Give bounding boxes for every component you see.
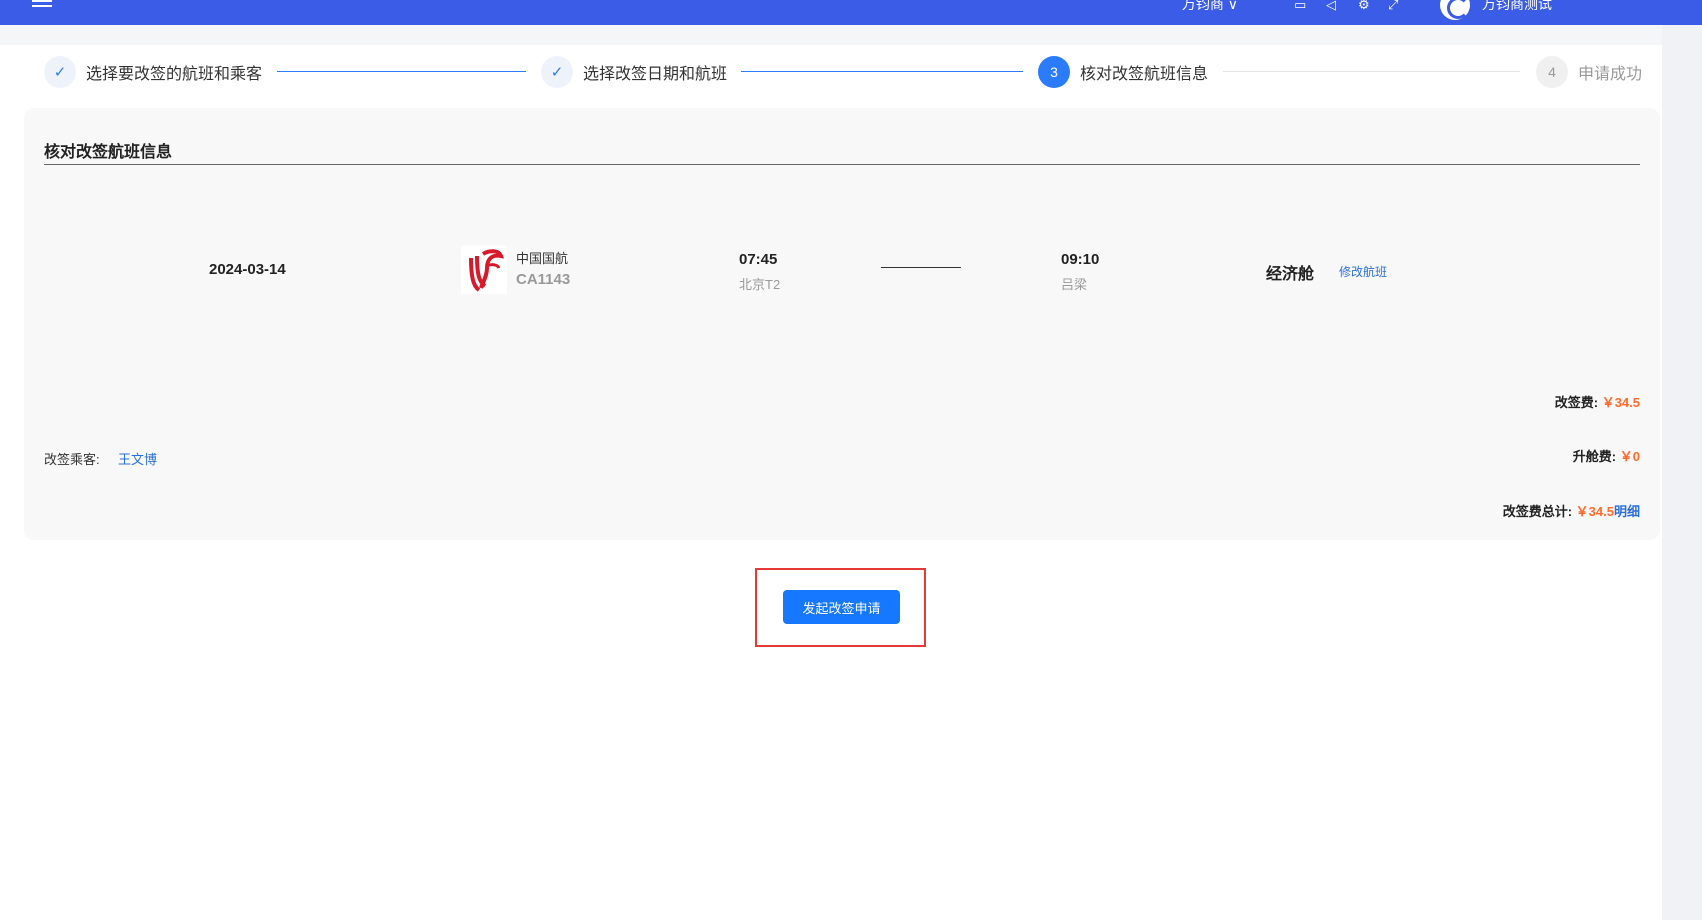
departure-time: 07:45 — [739, 251, 778, 268]
passenger-label: 改签乘客: — [44, 452, 100, 467]
check-icon: ✓ — [44, 56, 76, 88]
change-fee-amount: ￥34.5 — [1601, 395, 1640, 410]
change-info-panel: 核对改签航班信息 2024-03-14 中国国航 CA1143 07:45 北京… — [24, 108, 1660, 540]
step-connector — [277, 71, 526, 72]
scrollbar-track[interactable] — [1662, 25, 1702, 920]
avatar[interactable] — [1440, 0, 1470, 20]
change-fee-row: 改签费: ￥34.5 — [1555, 392, 1640, 411]
step-connector — [741, 71, 1023, 72]
step-select-flight-passenger: ✓ 选择要改签的航班和乘客 — [44, 52, 262, 92]
step-label: 申请成功 — [1578, 66, 1643, 83]
route-line — [881, 267, 961, 268]
panel-title: 核对改签航班信息 — [44, 144, 173, 161]
step-confirm-info: 3 核对改签航班信息 — [1038, 52, 1208, 92]
flight-number: CA1143 — [516, 271, 571, 288]
total-fee-amount: ￥34.5 — [1575, 504, 1614, 519]
step-connector — [1223, 71, 1520, 72]
step-number: 3 — [1038, 56, 1070, 88]
header-spacer — [0, 25, 1662, 45]
change-fee-label: 改签费: — [1554, 395, 1599, 410]
flight-date: 2024-03-14 — [209, 261, 286, 278]
airline-name: 中国国航 — [516, 251, 569, 266]
step-success: 4 申请成功 — [1536, 52, 1642, 92]
step-label: 核对改签航班信息 — [1080, 66, 1209, 83]
arrival-time: 09:10 — [1061, 251, 1100, 268]
monitor-icon[interactable]: ▭ — [1294, 0, 1310, 11]
step-label: 选择要改签的航班和乘客 — [86, 66, 263, 83]
check-icon: ✓ — [541, 56, 573, 88]
fee-detail-link[interactable]: 明细 — [1614, 504, 1640, 519]
username[interactable]: 万钧商测试 — [1482, 0, 1552, 14]
gear-icon[interactable]: ⚙ — [1358, 0, 1374, 11]
menu-toggle-icon[interactable] — [32, 0, 52, 10]
air-china-logo-icon — [461, 246, 507, 294]
submit-change-request-button[interactable]: 发起改签申请 — [783, 590, 900, 624]
departure-airport: 北京T2 — [739, 277, 781, 292]
upgrade-fee-amount: ￥0 — [1619, 449, 1640, 464]
top-nav-bar: 万钧商 ∨ ▭ ◁ ⚙ ⤢ 万钧商测试 — [0, 0, 1702, 25]
modify-flight-link[interactable]: 修改航班 — [1339, 263, 1387, 280]
divider — [44, 164, 1640, 165]
total-fee-row: 改签费总计: ￥34.5明细 — [1503, 501, 1640, 520]
arrival-airport: 吕梁 — [1061, 277, 1088, 292]
company-dropdown[interactable]: 万钧商 ∨ — [1182, 0, 1238, 14]
total-fee-label: 改签费总计: — [1502, 504, 1573, 519]
passenger-name-link[interactable]: 王文博 — [118, 449, 157, 468]
step-number: 4 — [1536, 56, 1568, 88]
upgrade-fee-row: 升舱费: ￥0 — [1573, 446, 1640, 465]
progress-steps: ✓ 选择要改签的航班和乘客 ✓ 选择改签日期和航班 3 核对改签航班信息 4 申… — [0, 52, 1662, 92]
speaker-icon[interactable]: ◁ — [1326, 0, 1342, 11]
fullscreen-icon[interactable]: ⤢ — [1388, 0, 1404, 11]
upgrade-fee-label: 升舱费: — [1572, 449, 1617, 464]
step-label: 选择改签日期和航班 — [583, 66, 728, 83]
step-select-date-flight: ✓ 选择改签日期和航班 — [541, 52, 727, 92]
cabin-class: 经济舱 — [1266, 266, 1315, 283]
